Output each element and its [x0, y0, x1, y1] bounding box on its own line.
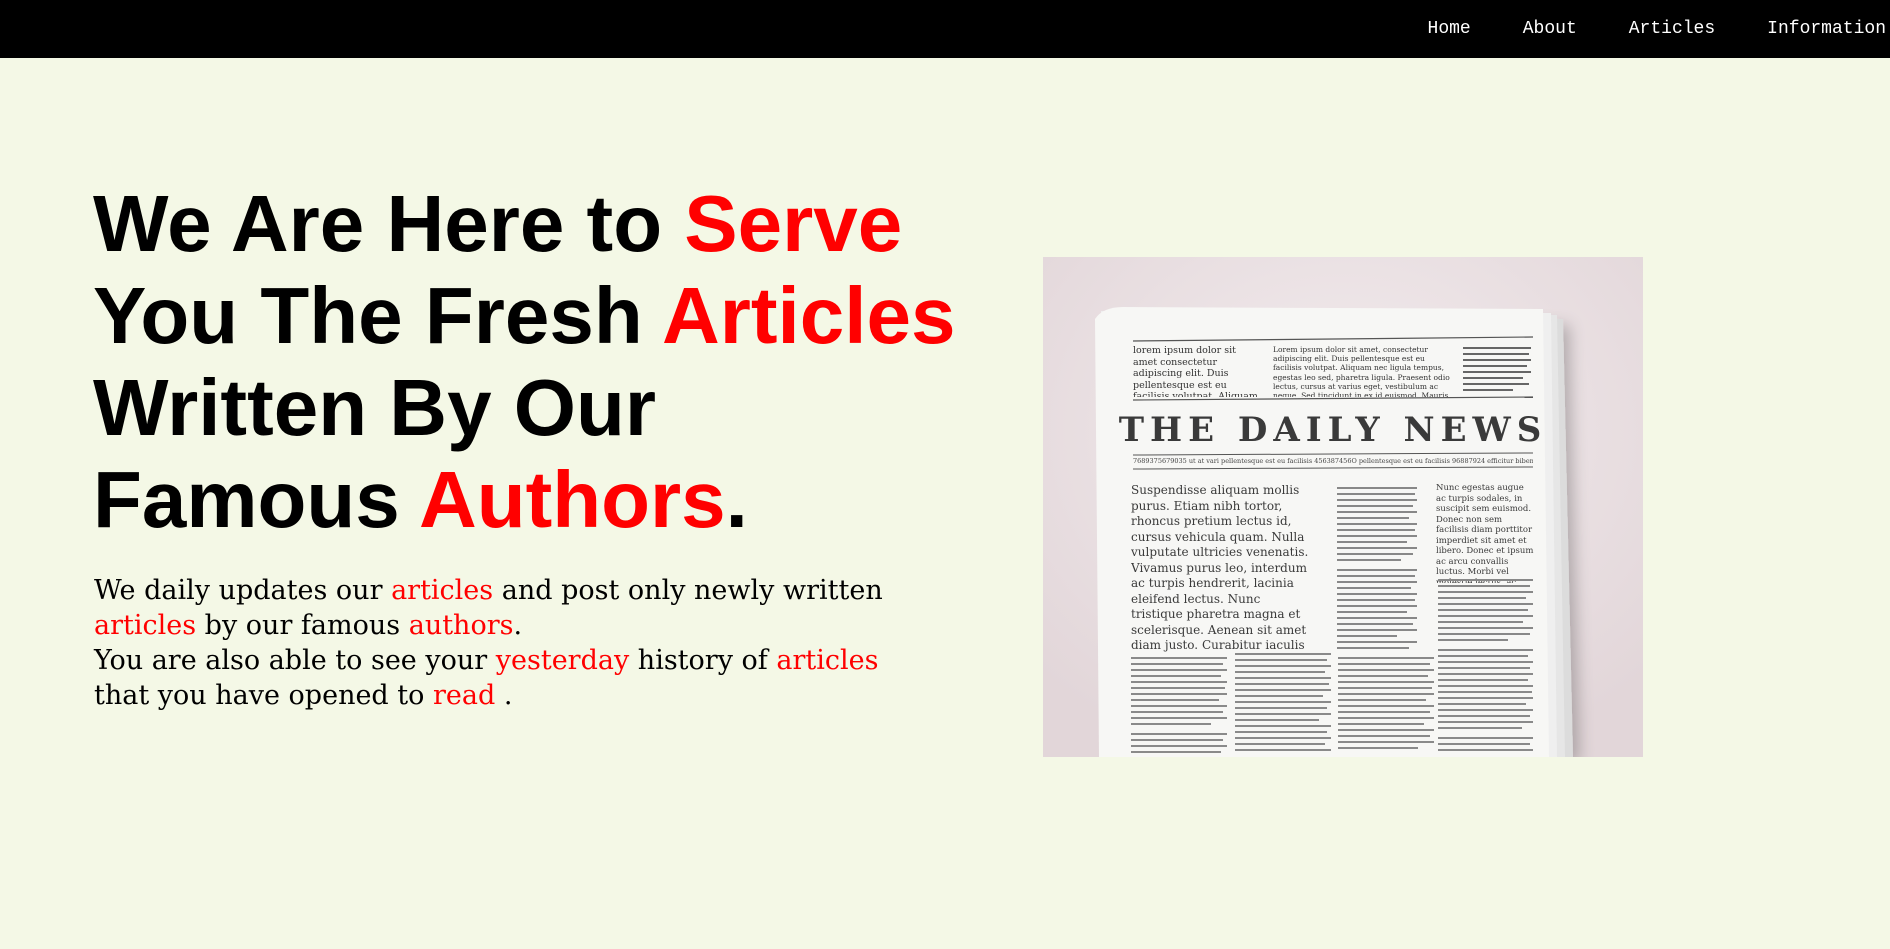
hero-title-text: We Are Here to — [93, 179, 685, 268]
description-highlight: articles — [94, 610, 197, 641]
newspaper-teaser-left: lorem ipsum dolor sit amet consectetur a… — [1133, 345, 1258, 397]
description-text: that you have opened to — [94, 680, 433, 711]
description-highlight: authors — [408, 610, 514, 641]
description-text: We daily updates our — [94, 575, 392, 606]
hero-title-highlight-articles: Articles — [661, 271, 956, 360]
nav-home-link[interactable]: Home — [1428, 19, 1471, 39]
description-highlight: articles — [391, 575, 494, 606]
hero-title-period: . — [725, 455, 748, 544]
newspaper-right-lead: Nunc egestas augue ac turpis sodales, in… — [1436, 483, 1534, 583]
newspaper-lead-article: Suspendisse aliquam mollis purus. Etiam … — [1131, 483, 1309, 652]
hero-description: We daily updates our articles and post o… — [94, 573, 894, 713]
description-text: history of — [629, 645, 777, 676]
description-highlight: articles — [776, 645, 879, 676]
description-text: . — [513, 610, 523, 641]
description-text: and post only newly written — [493, 575, 883, 606]
description-line-1: We daily updates our articles and post o… — [94, 573, 894, 608]
nav-information-link[interactable]: Information — [1767, 19, 1886, 39]
top-navbar: Home About Articles Information — [0, 0, 1890, 58]
newspaper-dateline: 7689375679035 ut at vari pellentesque es… — [1133, 457, 1533, 465]
nav-articles-link[interactable]: Articles — [1629, 19, 1715, 39]
hero-title-highlight-authors: Authors — [418, 455, 726, 544]
newspaper-teaser-middle: Lorem ipsum dolor sit amet, consectetur … — [1273, 345, 1450, 397]
newspaper-image: lorem ipsum dolor sit amet consectetur a… — [1043, 257, 1643, 757]
main-nav: Home About Articles Information — [1428, 0, 1890, 58]
hero-title-text: You The Fresh — [93, 271, 662, 360]
hero-title: We Are Here to Serve You The Fresh Artic… — [93, 178, 973, 546]
description-text: by our famous — [196, 610, 409, 641]
description-line-3: You are also able to see your yesterday … — [94, 643, 894, 678]
newspaper-illustration: lorem ipsum dolor sit amet consectetur a… — [1043, 257, 1643, 757]
description-line-4: that you have opened to read . — [94, 678, 894, 713]
description-highlight: read — [433, 680, 496, 711]
description-text: You are also able to see your — [94, 645, 496, 676]
description-text: . — [495, 680, 513, 711]
description-line-2: articles by our famous authors. — [94, 608, 894, 643]
newspaper-masthead: THE DAILY NEWS — [1119, 410, 1548, 450]
nav-about-link[interactable]: About — [1523, 19, 1577, 39]
hero-title-highlight-serve: Serve — [684, 179, 903, 268]
description-highlight: yesterday — [495, 645, 630, 676]
